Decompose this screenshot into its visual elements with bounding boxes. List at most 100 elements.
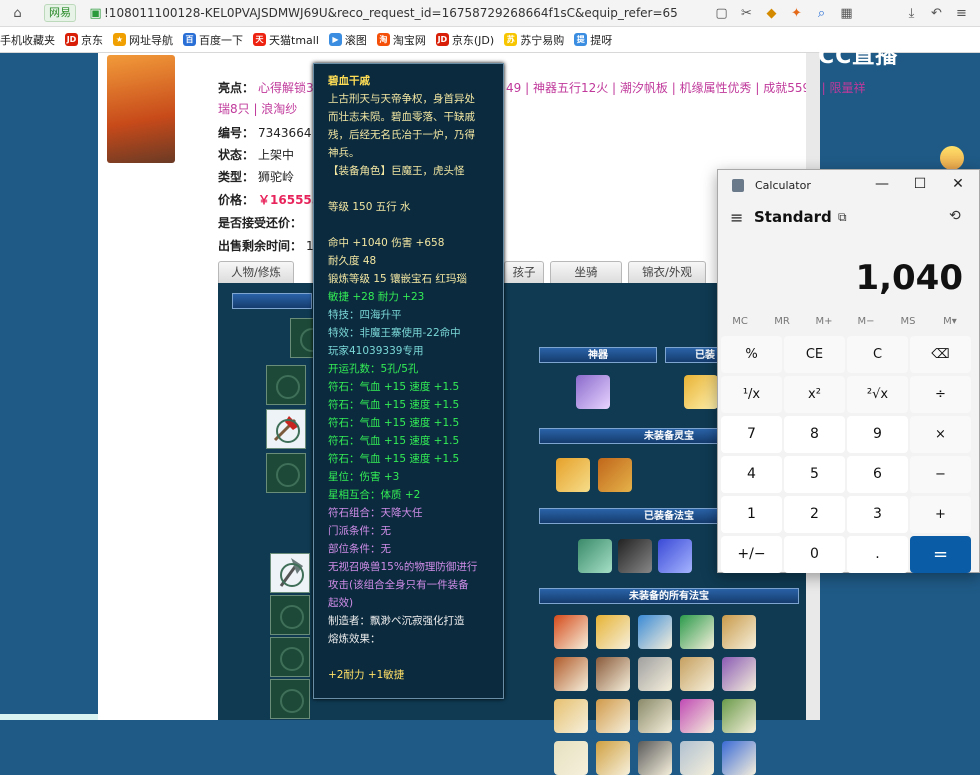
tab-character[interactable]: 人物/修炼: [218, 261, 294, 283]
equip-slot[interactable]: [266, 453, 306, 493]
lingbao-item[interactable]: [598, 458, 632, 492]
home-icon[interactable]: ⌂: [10, 6, 25, 21]
equip-slot[interactable]: [266, 365, 306, 405]
extension-icon[interactable]: ✦: [789, 6, 804, 21]
fabao-item[interactable]: [596, 699, 630, 733]
fabao-item[interactable]: [596, 741, 630, 775]
calc-key[interactable]: 4: [721, 456, 782, 493]
calc-key[interactable]: 3: [847, 496, 908, 533]
calc-key[interactable]: ÷: [910, 376, 971, 413]
calc-key[interactable]: 5: [784, 456, 845, 493]
bookmark-item[interactable]: 百百度一下: [183, 32, 243, 48]
tooltip-line: 命中 +1040 伤害 +658: [328, 237, 445, 249]
fabao-item[interactable]: [680, 615, 714, 649]
download-icon[interactable]: ⤓: [904, 6, 919, 21]
artifact-item[interactable]: [576, 375, 610, 409]
calc-key[interactable]: ⌫: [910, 336, 971, 373]
hamburger-menu-icon[interactable]: ≡: [730, 208, 743, 227]
bookmark-item[interactable]: ▶ 滚图: [328, 32, 367, 48]
fabao-item[interactable]: [722, 699, 756, 733]
equip-slot[interactable]: [270, 637, 310, 677]
bookmark-item[interactable]: 手机收藏夹: [0, 32, 55, 48]
calc-key[interactable]: 8: [784, 416, 845, 453]
scissors-icon[interactable]: ✂: [739, 6, 754, 21]
calc-key[interactable]: .: [847, 536, 908, 573]
fabao-item[interactable]: [638, 741, 672, 775]
shield-icon[interactable]: ◆: [764, 6, 779, 21]
search-icon[interactable]: ⌕: [814, 6, 829, 21]
calc-key[interactable]: −: [910, 456, 971, 493]
fabao-item[interactable]: [680, 657, 714, 691]
fabao-item[interactable]: [680, 741, 714, 775]
equip-slot-weapon-2[interactable]: [270, 553, 310, 593]
fabao-item[interactable]: [596, 657, 630, 691]
calculator-window: Calculator — ☐ ✕ ≡ Standard ⧉ ⟲ 1,040 MC…: [717, 169, 980, 573]
lingbao-item[interactable]: [556, 458, 590, 492]
fabao-item[interactable]: [554, 657, 588, 691]
grid-icon[interactable]: ▦: [839, 6, 854, 21]
calc-key[interactable]: 6: [847, 456, 908, 493]
calc-key[interactable]: ×: [910, 416, 971, 453]
calc-key[interactable]: CE: [784, 336, 845, 373]
maximize-button[interactable]: ☐: [910, 174, 930, 194]
fabao-item[interactable]: [596, 615, 630, 649]
tab-icon[interactable]: ▢: [714, 6, 729, 21]
bookmark-item[interactable]: JD 京东(JD): [435, 32, 494, 48]
memory-button[interactable]: M+: [804, 316, 844, 327]
calc-key[interactable]: 9: [847, 416, 908, 453]
fabao-item[interactable]: [638, 657, 672, 691]
history-icon[interactable]: ⟲: [949, 208, 961, 224]
bookmark-item[interactable]: 淘淘宝网: [376, 32, 426, 48]
fabao-item[interactable]: [722, 741, 756, 775]
equip-slot[interactable]: [270, 595, 310, 635]
calc-key[interactable]: C: [847, 336, 908, 373]
calc-key[interactable]: 7: [721, 416, 782, 453]
calc-key[interactable]: 2: [784, 496, 845, 533]
fabao-item[interactable]: [680, 699, 714, 733]
fabao-item[interactable]: [578, 539, 612, 573]
memory-button[interactable]: M▾: [930, 316, 970, 327]
jd-icon: JD: [65, 33, 78, 46]
calc-key[interactable]: ¹/x: [721, 376, 782, 413]
tab-children[interactable]: 孩子: [504, 261, 544, 283]
fabao-item[interactable]: [554, 699, 588, 733]
undo-icon[interactable]: ↶: [929, 6, 944, 21]
calc-key[interactable]: +/−: [721, 536, 782, 573]
calc-key[interactable]: 1: [721, 496, 782, 533]
menu-icon[interactable]: ≡: [954, 6, 969, 21]
bookmark-item[interactable]: 提提呀: [574, 32, 612, 48]
memory-button[interactable]: MC: [720, 316, 760, 327]
tooltip-line: 而壮志未陨。碧血零落、干缺戚: [328, 111, 475, 123]
minimize-button[interactable]: —: [872, 174, 892, 194]
fabao-item[interactable]: [638, 699, 672, 733]
fabao-item[interactable]: [554, 615, 588, 649]
keep-on-top-icon[interactable]: ⧉: [838, 210, 847, 225]
bookmark-item[interactable]: ★ 网址导航: [113, 32, 173, 48]
address-bar[interactable]: !108011100128-KEL0PVAJSDMWJ69U&reco_requ…: [104, 6, 678, 20]
calc-key[interactable]: %: [721, 336, 782, 373]
fabao-item[interactable]: [722, 615, 756, 649]
calc-key[interactable]: ²√x: [847, 376, 908, 413]
fabao-item[interactable]: [638, 615, 672, 649]
equip-slot[interactable]: [270, 679, 310, 719]
equip-slot-weapon[interactable]: [266, 409, 306, 449]
tab-costume[interactable]: 锦衣/外观: [628, 261, 706, 283]
calc-key[interactable]: +: [910, 496, 971, 533]
calc-key[interactable]: 0: [784, 536, 845, 573]
fabao-item[interactable]: [618, 539, 652, 573]
close-button[interactable]: ✕: [948, 174, 968, 194]
fabao-item[interactable]: [722, 657, 756, 691]
calc-key[interactable]: =: [910, 536, 971, 573]
fabao-item[interactable]: [554, 741, 588, 775]
memory-button[interactable]: MS: [888, 316, 928, 327]
bookmark-item[interactable]: 天天猫tmall: [253, 32, 319, 48]
tab-mount[interactable]: 坐骑: [550, 261, 622, 283]
tooltip-line: 玩家41039339专用: [328, 345, 424, 357]
memory-button[interactable]: MR: [762, 316, 802, 327]
equipped-item[interactable]: [684, 375, 718, 409]
fabao-item[interactable]: [658, 539, 692, 573]
calc-key[interactable]: x²: [784, 376, 845, 413]
memory-button[interactable]: M−: [846, 316, 886, 327]
bookmark-item[interactable]: 苏苏宁易购: [504, 32, 564, 48]
bookmark-item[interactable]: JD 京东: [65, 32, 103, 48]
